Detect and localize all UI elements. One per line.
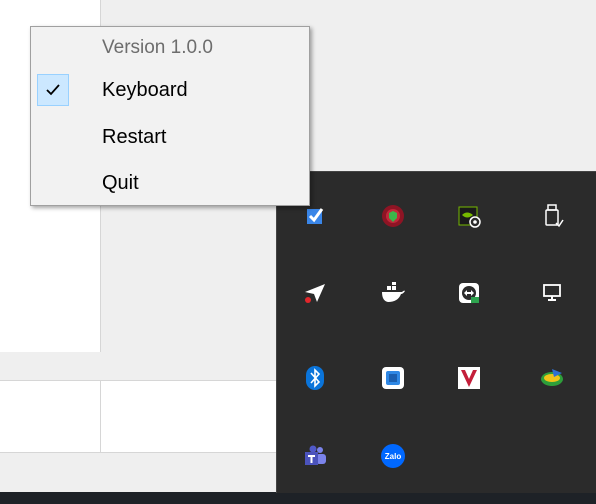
docker-whale-icon[interactable]: [379, 279, 407, 307]
menu-item-label: Restart: [102, 126, 167, 148]
antivirus-shield-icon[interactable]: [379, 202, 407, 230]
nvidia-settings-icon[interactable]: [455, 202, 483, 230]
menu-item-keyboard[interactable]: Keyboard: [34, 73, 306, 107]
menu-item-restart[interactable]: Restart: [34, 120, 306, 154]
background-window-divider: [0, 380, 276, 381]
checkmark-app-icon[interactable]: [301, 202, 329, 230]
bluetooth-icon[interactable]: [301, 364, 329, 392]
tray-overflow-flyout: Zalo: [276, 171, 596, 493]
background-window-strip: [0, 352, 276, 380]
background-window-divider: [100, 380, 101, 452]
download-globe-icon[interactable]: [539, 364, 567, 392]
teamviewer-icon[interactable]: [455, 279, 483, 307]
zalo-icon[interactable]: Zalo: [379, 442, 407, 470]
menu-item-quit[interactable]: Quit: [34, 166, 306, 200]
background-window-strip: [0, 452, 276, 493]
menu-item-label: Quit: [102, 172, 139, 194]
network-monitor-icon[interactable]: [539, 279, 567, 307]
v-app-icon[interactable]: [455, 364, 483, 392]
menu-item-version: Version 1.0.0: [34, 31, 306, 65]
paper-plane-icon[interactable]: [301, 279, 329, 307]
usb-eject-icon[interactable]: [539, 202, 567, 230]
screen-app-icon[interactable]: [379, 364, 407, 392]
version-label: Version 1.0.0: [102, 37, 213, 58]
context-menu: Version 1.0.0 Keyboard Restart Quit: [30, 26, 310, 206]
zalo-icon-label: Zalo: [385, 452, 402, 461]
teams-icon[interactable]: [301, 442, 329, 470]
menu-item-label: Keyboard: [102, 79, 188, 101]
taskbar: [0, 492, 596, 504]
checkmark-icon: [37, 74, 69, 106]
